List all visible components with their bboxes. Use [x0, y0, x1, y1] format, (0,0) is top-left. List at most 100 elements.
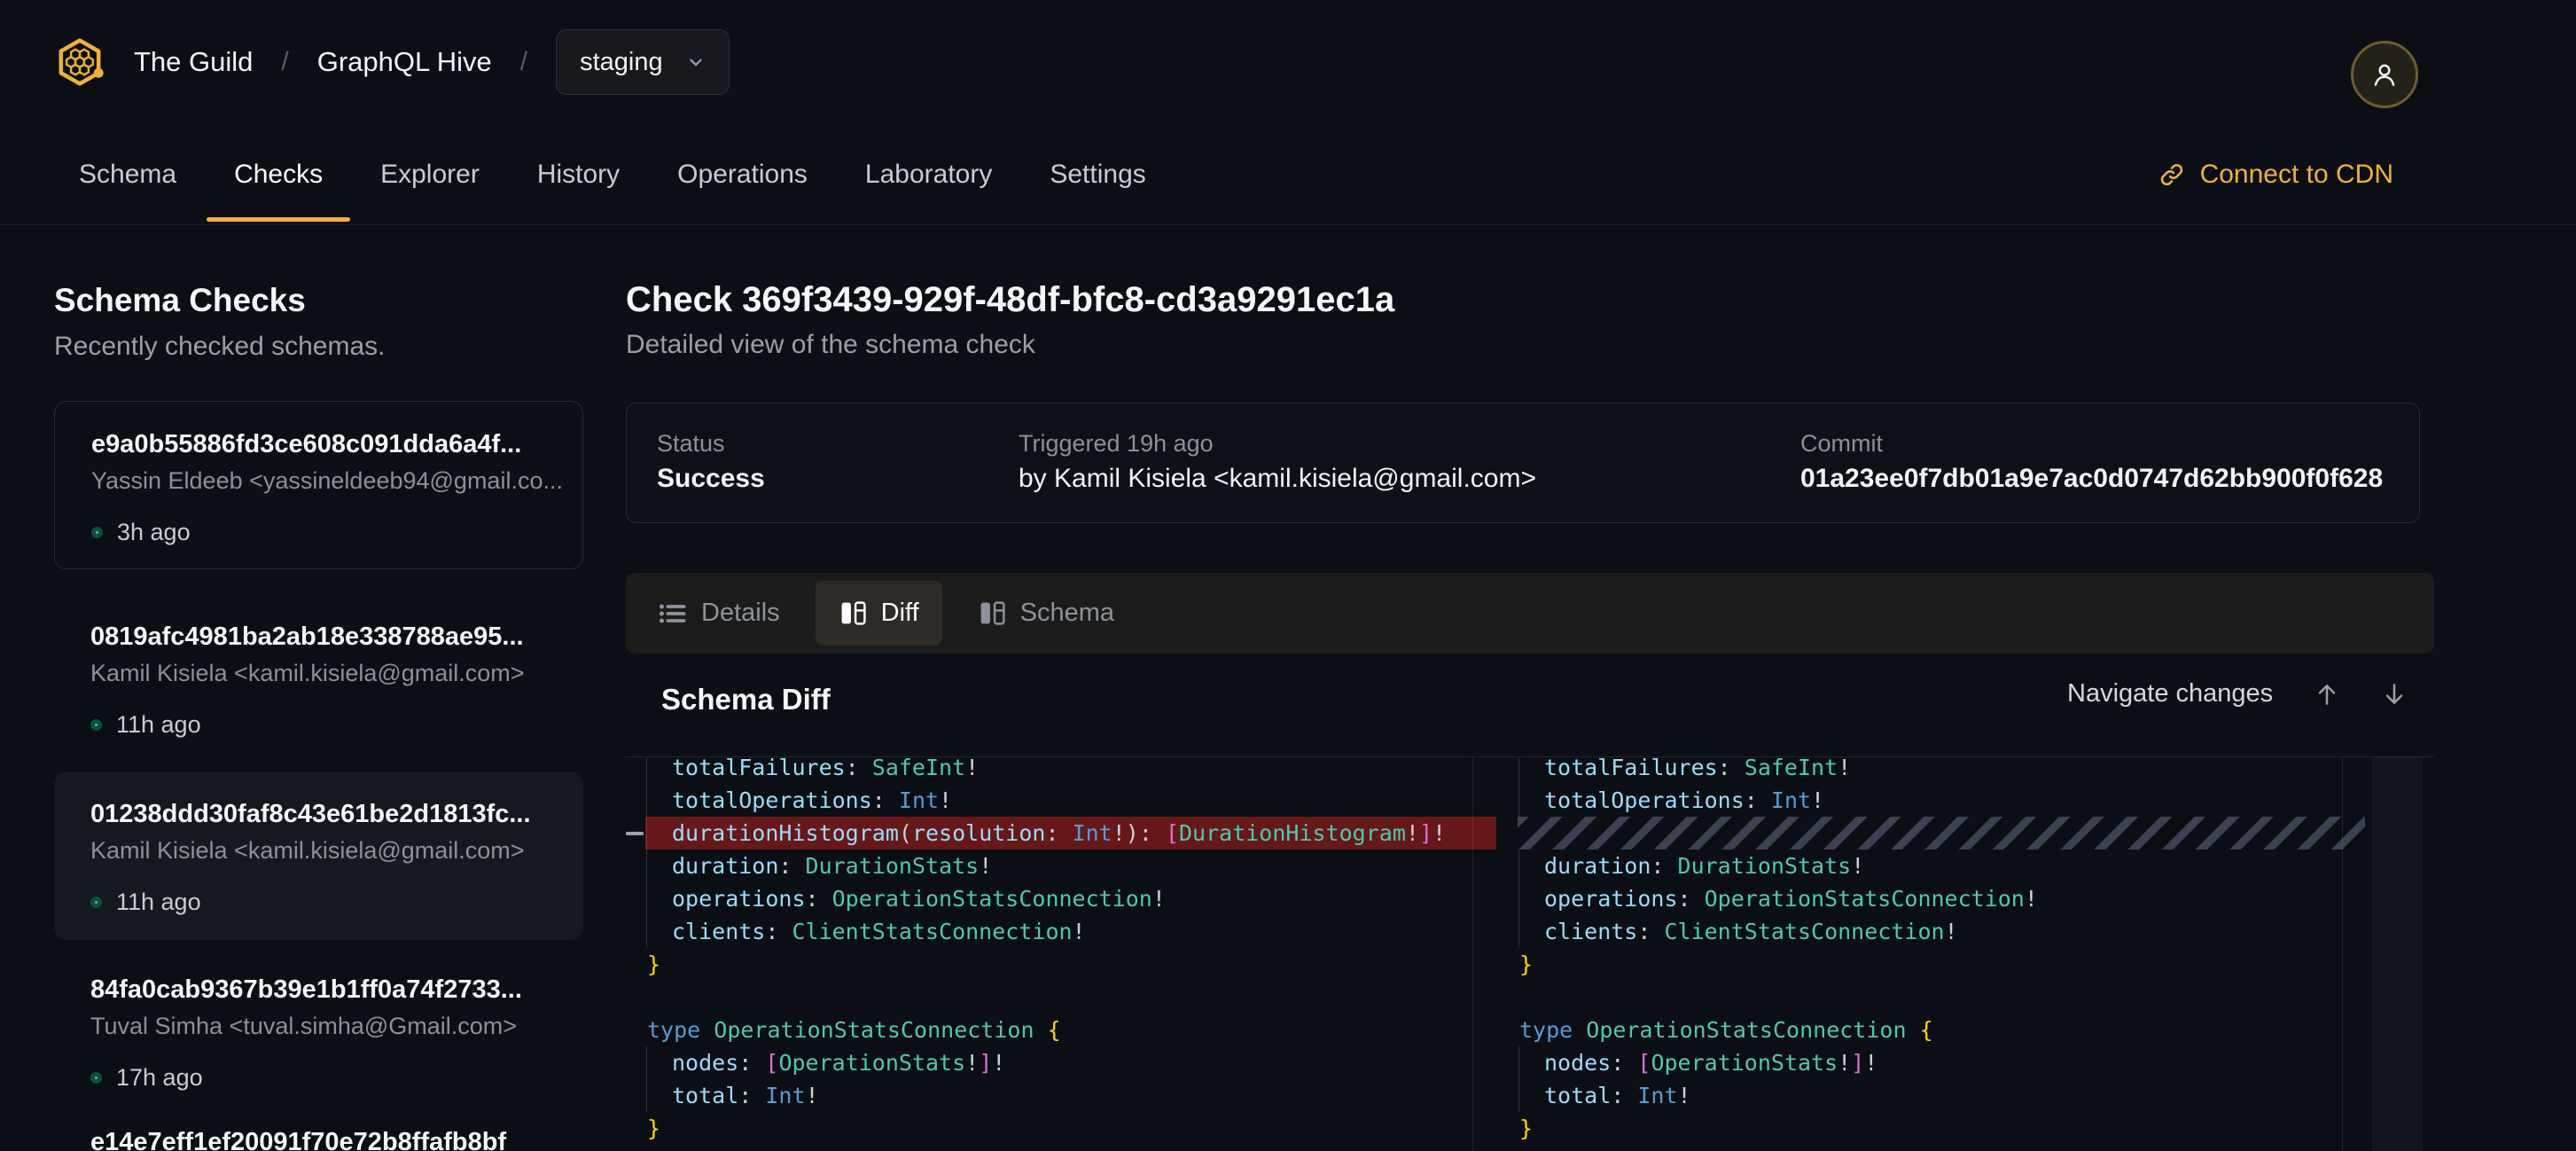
page-title: Check 369f3439-929f-48df-bfc8-cd3a9291ec… [626, 280, 1394, 320]
breadcrumb-separator: / [520, 47, 527, 77]
graphql-hive-app: The Guild / GraphQL Hive / staging Schem… [0, 0, 2576, 1151]
breadcrumb-project[interactable]: GraphQL Hive [317, 46, 492, 78]
code-line: clients: ClientStatsConnection! [626, 915, 1496, 948]
nav-tab-schema[interactable]: Schema [79, 124, 176, 224]
diff-scrollbar[interactable] [2372, 757, 2423, 1151]
page-subtitle: Detailed view of the schema check [626, 330, 1035, 360]
check-list-item[interactable]: 0819afc4981ba2ab18e338788ae95... Kamil K… [54, 594, 583, 763]
diff-pane-before: totalFailures: SafeInt!totalOperations: … [626, 757, 1496, 1151]
nav-tab-operations[interactable]: Operations [677, 124, 808, 224]
check-view-tabs: Details Diff Schema [626, 573, 2434, 654]
diff-removed-line: durationHistogram(resolution: Int!): [Du… [626, 817, 1496, 850]
code-line: total: Int! [1507, 1079, 2365, 1112]
check-list-item[interactable]: 84fa0cab9367b39e1b1ff0a74f2733... Tuval … [54, 947, 583, 1116]
person-icon [2369, 59, 2400, 90]
environment-selector-value: staging [580, 48, 663, 77]
nav-tab-settings[interactable]: Settings [1050, 124, 1145, 224]
check-time: 17h ago [116, 1064, 203, 1092]
tab-diff[interactable]: Diff [816, 581, 942, 646]
sidebar-subtitle: Recently checked schemas. [54, 332, 386, 362]
check-list-item[interactable]: e9a0b55886fd3ce608c091dda6a4f... Yassin … [54, 401, 583, 569]
code-line: } [1507, 1112, 2365, 1145]
tab-details[interactable]: Details [635, 581, 803, 646]
nav-tab-history[interactable]: History [537, 124, 620, 224]
status-value: Success [657, 464, 765, 494]
removed-line-minus-marker [626, 832, 644, 835]
code-line: totalOperations: Int! [626, 784, 1496, 817]
code-line [626, 981, 1496, 1014]
triggered-label: Triggered 19h ago [1019, 430, 1214, 458]
check-status-dot [90, 1072, 102, 1084]
nav-tabs: Schema Checks Explorer History Operation… [79, 124, 1146, 224]
code-line: } [1507, 948, 2365, 981]
connect-to-cdn-label: Connect to CDN [2200, 160, 2393, 190]
check-author: Tuval Simha <tuval.simha@Gmail.com> [90, 1013, 583, 1040]
code-line: totalFailures: SafeInt! [1507, 757, 2365, 784]
schema-diff-heading: Schema Diff [661, 683, 831, 716]
code-line: total: Int! [626, 1079, 1496, 1112]
nav-tab-checks[interactable]: Checks [234, 124, 323, 224]
code-line: } [626, 1112, 1496, 1145]
check-list-item-selected[interactable]: 01238ddd30faf8c43e61be2d1813fc... Kamil … [54, 771, 583, 940]
check-hash: 84fa0cab9367b39e1b1ff0a74f2733... [90, 975, 583, 1005]
code-line: } [626, 948, 1496, 981]
arrow-up-icon [2314, 680, 2340, 709]
navigate-changes: Navigate changes [2067, 679, 2408, 709]
commit-hash-value: 01a23ee0f7db01a9e7ac0d0747d62bb900f0f628 [1800, 464, 2383, 494]
diff-right-overview-ruler [2342, 757, 2343, 1151]
code-line: totalFailures: SafeInt! [626, 757, 1496, 784]
hive-logo-icon [54, 35, 105, 89]
list-icon [658, 600, 688, 627]
user-avatar[interactable] [2351, 41, 2418, 108]
code-line: operations: OperationStatsConnection! [1507, 882, 2365, 915]
code-line: duration: DurationStats! [626, 850, 1496, 882]
code-line: operations: OperationStatsConnection! [626, 882, 1496, 915]
code-line: type OperationStatsConnection { [1507, 1014, 2365, 1046]
nav-tab-explorer[interactable]: Explorer [380, 124, 480, 224]
columns-icon [978, 599, 1007, 628]
check-time: 11h ago [116, 889, 201, 916]
check-time: 3h ago [117, 519, 191, 546]
check-hash: e9a0b55886fd3ce608c091dda6a4f... [91, 430, 582, 459]
triggered-by-value: by Kamil Kisiela <kamil.kisiela@gmail.co… [1019, 464, 1536, 494]
code-line: nodes: [OperationStats!]! [1507, 1046, 2365, 1079]
tab-schema-label: Schema [1020, 599, 1114, 628]
code-line: clients: ClientStatsConnection! [1507, 915, 2365, 948]
check-time: 11h ago [116, 711, 201, 739]
check-list-item[interactable]: e14e7eff1ef20091f70e72b8ffafb8bf [54, 1100, 583, 1151]
breadcrumb-separator: / [281, 47, 288, 77]
breadcrumb: The Guild / GraphQL Hive / staging [54, 0, 730, 124]
connect-to-cdn-link[interactable]: Connect to CDN [2158, 124, 2393, 224]
top-bar: The Guild / GraphQL Hive / staging [0, 0, 2576, 124]
check-status-card: Status Success Triggered 19h ago by Kami… [626, 403, 2420, 523]
navigate-previous-change-button[interactable] [2314, 680, 2340, 709]
check-status-dot [91, 527, 103, 538]
environment-selector[interactable]: staging [556, 29, 730, 95]
check-status-dot [90, 897, 102, 908]
diff-pane-after: totalFailures: SafeInt!totalOperations: … [1507, 757, 2365, 1151]
check-hash: e14e7eff1ef20091f70e72b8ffafb8bf [90, 1128, 583, 1151]
code-line: type OperationStatsConnection { [626, 1014, 1496, 1046]
tab-schema[interactable]: Schema [955, 581, 1137, 646]
tab-diff-label: Diff [881, 599, 919, 628]
navigate-changes-label: Navigate changes [2067, 679, 2273, 709]
link-icon [2158, 161, 2186, 189]
diff-placeholder-line [1507, 817, 2365, 850]
project-nav: Schema Checks Explorer History Operation… [0, 124, 2576, 225]
check-hash: 01238ddd30faf8c43e61be2d1813fc... [90, 800, 583, 829]
code-line [1507, 981, 2365, 1014]
chevron-down-icon [686, 52, 706, 72]
sidebar-title: Schema Checks [54, 282, 306, 319]
navigate-next-change-button[interactable] [2381, 680, 2408, 709]
code-line: totalOperations: Int! [1507, 784, 2365, 817]
diff-left-overview-ruler [1472, 757, 1473, 1151]
check-author: Kamil Kisiela <kamil.kisiela@gmail.com> [90, 837, 583, 865]
code-line: duration: DurationStats! [1507, 850, 2365, 882]
status-label: Status [657, 430, 725, 458]
breadcrumb-org[interactable]: The Guild [134, 46, 253, 78]
tab-details-label: Details [701, 599, 780, 628]
commit-label: Commit [1800, 430, 1883, 458]
nav-tab-laboratory[interactable]: Laboratory [865, 124, 992, 224]
check-hash: 0819afc4981ba2ab18e338788ae95... [90, 622, 583, 652]
check-status-dot [90, 719, 102, 731]
